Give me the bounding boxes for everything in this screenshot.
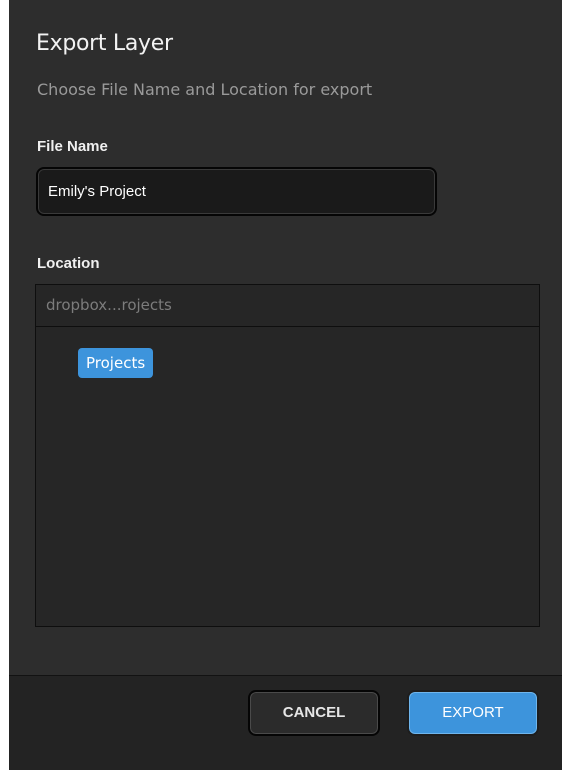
- file-name-input[interactable]: [36, 167, 437, 216]
- export-layer-dialog: Export Layer Choose File Name and Locati…: [9, 0, 562, 770]
- cancel-button[interactable]: CANCEL: [248, 690, 380, 736]
- location-browser[interactable]: dropbox...rojects Projects: [35, 284, 540, 627]
- file-name-label: File Name: [37, 138, 108, 155]
- dialog-subtitle: Choose File Name and Location for export: [37, 80, 373, 99]
- folder-projects[interactable]: Projects: [78, 348, 154, 378]
- location-path: dropbox...rojects: [36, 285, 539, 327]
- export-button[interactable]: EXPORT: [407, 690, 539, 736]
- dialog-title: Export Layer: [36, 31, 173, 56]
- location-label: Location: [37, 255, 100, 272]
- dialog-footer: CANCEL EXPORT: [9, 675, 562, 770]
